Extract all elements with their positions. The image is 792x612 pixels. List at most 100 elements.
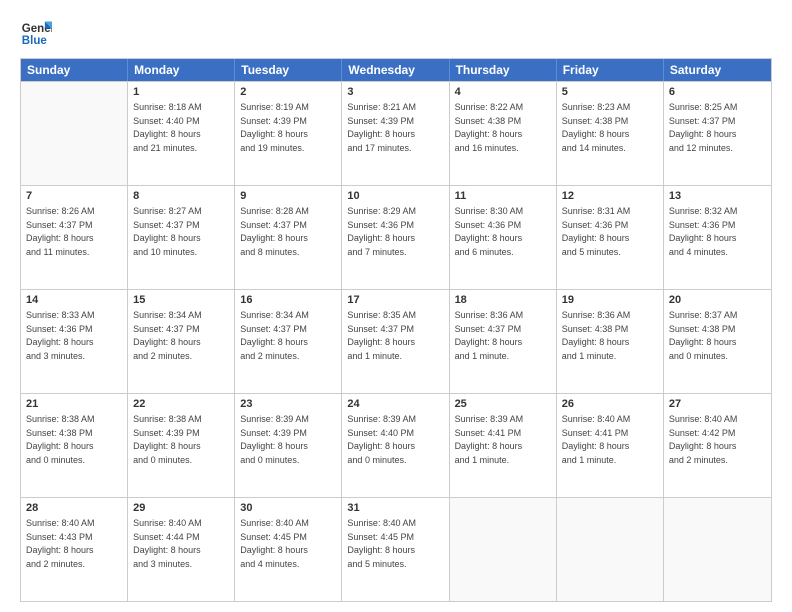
calendar-cell: 6 Sunrise: 8:25 AM Sunset: 4:37 PM Daylig… xyxy=(664,82,771,185)
calendar-cell: 20Sunrise: 8:37 AM Sunset: 4:38 PM Dayli… xyxy=(664,290,771,393)
calendar-cell xyxy=(450,498,557,601)
day-info: Sunrise: 8:23 AM Sunset: 4:38 PM Dayligh… xyxy=(562,102,631,153)
calendar-cell: 31 Sunrise: 8:40 AM Sunset: 4:45 PM Dayli… xyxy=(342,498,449,601)
day-number: 11 xyxy=(455,189,551,204)
logo: General Blue xyxy=(20,18,52,50)
day-number: 3 xyxy=(347,85,443,100)
calendar-row-5: 28 Sunrise: 8:40 AM Sunset: 4:43 PM Dayli… xyxy=(21,497,771,601)
day-info: Sunrise: 8:29 AM Sunset: 4:36 PM Dayligh… xyxy=(347,206,416,257)
day-info: Sunrise: 8:38 AM Sunset: 4:38 PM Dayligh… xyxy=(26,414,95,465)
day-number: 1 xyxy=(133,85,229,100)
calendar-cell xyxy=(664,498,771,601)
day-info: Sunrise: 8:36 AM Sunset: 4:37 PM Dayligh… xyxy=(455,310,524,361)
day-number: 2 xyxy=(240,85,336,100)
calendar-cell: 21 Sunrise: 8:38 AM Sunset: 4:38 PM Dayli… xyxy=(21,394,128,497)
calendar-cell: 13 Sunrise: 8:32 AM Sunset: 4:36 PM Dayli… xyxy=(664,186,771,289)
calendar-cell: 30 Sunrise: 8:40 AM Sunset: 4:45 PM Dayli… xyxy=(235,498,342,601)
day-info: Sunrise: 8:26 AM Sunset: 4:37 PM Dayligh… xyxy=(26,206,95,257)
calendar-cell: 7Sunrise: 8:26 AM Sunset: 4:37 PM Daylig… xyxy=(21,186,128,289)
day-info: Sunrise: 8:27 AM Sunset: 4:37 PM Dayligh… xyxy=(133,206,202,257)
day-number: 15 xyxy=(133,293,229,308)
calendar-cell: 10 Sunrise: 8:29 AM Sunset: 4:36 PM Dayli… xyxy=(342,186,449,289)
header-day-tuesday: Tuesday xyxy=(235,59,342,81)
day-info: Sunrise: 8:39 AM Sunset: 4:41 PM Dayligh… xyxy=(455,414,524,465)
day-number: 16 xyxy=(240,293,336,308)
day-info: Sunrise: 8:40 AM Sunset: 4:45 PM Dayligh… xyxy=(240,518,309,569)
day-info: Sunrise: 8:40 AM Sunset: 4:45 PM Dayligh… xyxy=(347,518,416,569)
day-number: 10 xyxy=(347,189,443,204)
day-info: Sunrise: 8:21 AM Sunset: 4:39 PM Dayligh… xyxy=(347,102,416,153)
day-number: 17 xyxy=(347,293,443,308)
day-info: Sunrise: 8:28 AM Sunset: 4:37 PM Dayligh… xyxy=(240,206,309,257)
calendar-cell: 27 Sunrise: 8:40 AM Sunset: 4:42 PM Dayli… xyxy=(664,394,771,497)
calendar-header: SundayMondayTuesdayWednesdayThursdayFrid… xyxy=(21,59,771,81)
calendar-cell: 18Sunrise: 8:36 AM Sunset: 4:37 PM Dayli… xyxy=(450,290,557,393)
day-number: 14 xyxy=(26,293,122,308)
logo-icon: General Blue xyxy=(20,18,52,50)
day-number: 28 xyxy=(26,501,122,516)
day-info: Sunrise: 8:25 AM Sunset: 4:37 PM Dayligh… xyxy=(669,102,738,153)
day-number: 19 xyxy=(562,293,658,308)
calendar-cell: 24 Sunrise: 8:39 AM Sunset: 4:40 PM Dayli… xyxy=(342,394,449,497)
calendar-cell: 17 Sunrise: 8:35 AM Sunset: 4:37 PM Dayli… xyxy=(342,290,449,393)
day-info: Sunrise: 8:31 AM Sunset: 4:36 PM Dayligh… xyxy=(562,206,631,257)
calendar-cell: 23Sunrise: 8:39 AM Sunset: 4:39 PM Dayli… xyxy=(235,394,342,497)
day-info: Sunrise: 8:18 AM Sunset: 4:40 PM Dayligh… xyxy=(133,102,202,153)
calendar-cell: 19Sunrise: 8:36 AM Sunset: 4:38 PM Dayli… xyxy=(557,290,664,393)
calendar-cell: 3 Sunrise: 8:21 AM Sunset: 4:39 PM Daylig… xyxy=(342,82,449,185)
calendar-cell xyxy=(21,82,128,185)
calendar-cell: 26Sunrise: 8:40 AM Sunset: 4:41 PM Dayli… xyxy=(557,394,664,497)
day-number: 29 xyxy=(133,501,229,516)
calendar-cell: 11 Sunrise: 8:30 AM Sunset: 4:36 PM Dayli… xyxy=(450,186,557,289)
calendar-cell: 15 Sunrise: 8:34 AM Sunset: 4:37 PM Dayli… xyxy=(128,290,235,393)
day-info: Sunrise: 8:39 AM Sunset: 4:39 PM Dayligh… xyxy=(240,414,309,465)
day-number: 27 xyxy=(669,397,766,412)
calendar-cell: 1 Sunrise: 8:18 AM Sunset: 4:40 PM Daylig… xyxy=(128,82,235,185)
day-number: 26 xyxy=(562,397,658,412)
header-day-saturday: Saturday xyxy=(664,59,771,81)
day-number: 9 xyxy=(240,189,336,204)
day-info: Sunrise: 8:39 AM Sunset: 4:40 PM Dayligh… xyxy=(347,414,416,465)
calendar-row-2: 7Sunrise: 8:26 AM Sunset: 4:37 PM Daylig… xyxy=(21,185,771,289)
calendar-cell: 14Sunrise: 8:33 AM Sunset: 4:36 PM Dayli… xyxy=(21,290,128,393)
day-number: 31 xyxy=(347,501,443,516)
calendar-cell: 4 Sunrise: 8:22 AM Sunset: 4:38 PM Daylig… xyxy=(450,82,557,185)
day-info: Sunrise: 8:32 AM Sunset: 4:36 PM Dayligh… xyxy=(669,206,738,257)
day-info: Sunrise: 8:22 AM Sunset: 4:38 PM Dayligh… xyxy=(455,102,524,153)
calendar-cell: 2 Sunrise: 8:19 AM Sunset: 4:39 PM Daylig… xyxy=(235,82,342,185)
day-number: 21 xyxy=(26,397,122,412)
calendar-row-1: 1 Sunrise: 8:18 AM Sunset: 4:40 PM Daylig… xyxy=(21,81,771,185)
page-header: General Blue xyxy=(20,18,772,50)
day-info: Sunrise: 8:40 AM Sunset: 4:43 PM Dayligh… xyxy=(26,518,95,569)
calendar-row-3: 14Sunrise: 8:33 AM Sunset: 4:36 PM Dayli… xyxy=(21,289,771,393)
header-day-monday: Monday xyxy=(128,59,235,81)
calendar: SundayMondayTuesdayWednesdayThursdayFrid… xyxy=(20,58,772,602)
day-info: Sunrise: 8:34 AM Sunset: 4:37 PM Dayligh… xyxy=(133,310,202,361)
day-number: 5 xyxy=(562,85,658,100)
day-number: 6 xyxy=(669,85,766,100)
day-number: 24 xyxy=(347,397,443,412)
day-info: Sunrise: 8:40 AM Sunset: 4:42 PM Dayligh… xyxy=(669,414,738,465)
day-number: 25 xyxy=(455,397,551,412)
calendar-body: 1 Sunrise: 8:18 AM Sunset: 4:40 PM Daylig… xyxy=(21,81,771,601)
header-day-wednesday: Wednesday xyxy=(342,59,449,81)
header-day-sunday: Sunday xyxy=(21,59,128,81)
calendar-row-4: 21 Sunrise: 8:38 AM Sunset: 4:38 PM Dayli… xyxy=(21,393,771,497)
calendar-cell: 28 Sunrise: 8:40 AM Sunset: 4:43 PM Dayli… xyxy=(21,498,128,601)
calendar-cell xyxy=(557,498,664,601)
day-number: 30 xyxy=(240,501,336,516)
day-info: Sunrise: 8:19 AM Sunset: 4:39 PM Dayligh… xyxy=(240,102,309,153)
day-info: Sunrise: 8:34 AM Sunset: 4:37 PM Dayligh… xyxy=(240,310,309,361)
calendar-cell: 22Sunrise: 8:38 AM Sunset: 4:39 PM Dayli… xyxy=(128,394,235,497)
day-number: 12 xyxy=(562,189,658,204)
calendar-cell: 5 Sunrise: 8:23 AM Sunset: 4:38 PM Daylig… xyxy=(557,82,664,185)
calendar-cell: 8Sunrise: 8:27 AM Sunset: 4:37 PM Daylig… xyxy=(128,186,235,289)
day-number: 20 xyxy=(669,293,766,308)
day-info: Sunrise: 8:35 AM Sunset: 4:37 PM Dayligh… xyxy=(347,310,416,361)
day-number: 4 xyxy=(455,85,551,100)
calendar-cell: 29 Sunrise: 8:40 AM Sunset: 4:44 PM Dayli… xyxy=(128,498,235,601)
calendar-cell: 16 Sunrise: 8:34 AM Sunset: 4:37 PM Dayli… xyxy=(235,290,342,393)
day-number: 13 xyxy=(669,189,766,204)
day-info: Sunrise: 8:40 AM Sunset: 4:44 PM Dayligh… xyxy=(133,518,202,569)
day-info: Sunrise: 8:30 AM Sunset: 4:36 PM Dayligh… xyxy=(455,206,524,257)
